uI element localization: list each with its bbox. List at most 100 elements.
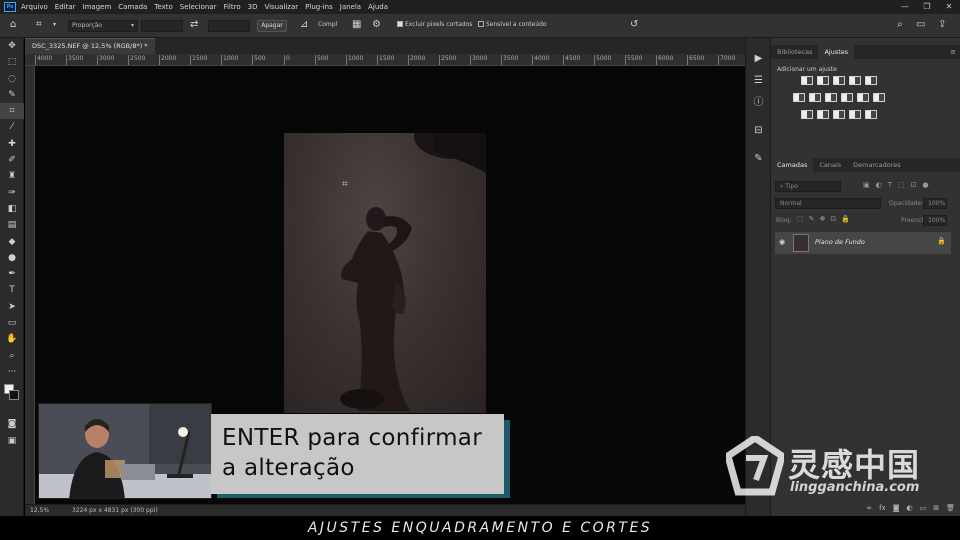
swap-icon[interactable]: ⇄ xyxy=(190,19,198,31)
levels-icon[interactable] xyxy=(817,76,829,85)
menu-editar[interactable]: Editar xyxy=(55,3,76,11)
width-input[interactable] xyxy=(141,20,183,32)
brightness-icon[interactable] xyxy=(801,76,813,85)
menu-texto[interactable]: Texto xyxy=(154,3,172,11)
menu-camada[interactable]: Camada xyxy=(118,3,147,11)
gradient-tool-icon[interactable]: ▤ xyxy=(0,217,24,233)
adjustment-layer-icon[interactable]: ◐ xyxy=(907,504,913,512)
menu-3d[interactable]: 3D xyxy=(248,3,258,11)
restore-icon[interactable]: ❐ xyxy=(916,0,938,14)
move-tool-icon[interactable]: ✥ xyxy=(0,38,24,54)
tab-ajustes[interactable]: Ajustes xyxy=(818,45,855,59)
play-icon[interactable]: ▶ xyxy=(746,48,771,70)
close-window-icon[interactable]: ✕ xyxy=(938,0,960,14)
screen-mode-icon[interactable]: ▣ xyxy=(0,433,24,449)
layer-name[interactable]: Plano de Fundo xyxy=(815,238,865,246)
menu-plugins[interactable]: Plug-ins xyxy=(305,3,333,11)
shape-tool-icon[interactable]: ▭ xyxy=(0,315,24,331)
eyedropper-tool-icon[interactable]: ⁄ xyxy=(0,119,24,135)
history-brush-icon[interactable]: ✑ xyxy=(0,185,24,201)
grid-overlay-icon[interactable]: ▦ xyxy=(352,19,361,31)
layer-row[interactable]: ◉ Plano de Fundo 🔒 xyxy=(775,232,951,254)
clear-button[interactable]: Apagar xyxy=(257,20,287,32)
straighten-label[interactable]: Compl xyxy=(318,21,337,28)
exposure-icon[interactable] xyxy=(849,76,861,85)
mask-icon[interactable]: ◙ xyxy=(893,504,900,512)
eraser-tool-icon[interactable]: ◧ xyxy=(0,201,24,217)
eye-icon[interactable]: ◉ xyxy=(779,238,785,246)
black-white-icon[interactable] xyxy=(825,93,837,102)
hand-tool-icon[interactable]: ✋ xyxy=(0,331,24,347)
lock-icons[interactable]: ⬚✎✥⊡🔒 xyxy=(797,215,855,223)
photo-image[interactable]: ⌗ xyxy=(284,133,486,413)
posterize-icon[interactable] xyxy=(817,110,829,119)
fx-icon[interactable]: fx xyxy=(879,504,886,512)
selective-color-icon[interactable] xyxy=(865,110,877,119)
info-icon[interactable]: ⓘ xyxy=(746,92,771,114)
lasso-tool-icon[interactable]: ◌ xyxy=(0,71,24,87)
panel-menu-icon[interactable]: ≡ xyxy=(950,48,956,56)
menu-visualizar[interactable]: Visualizar xyxy=(264,3,298,11)
properties-icon[interactable]: ⊟ xyxy=(746,120,771,142)
share-icon[interactable]: ⇪ xyxy=(938,19,946,31)
workspace-icon[interactable]: ▭ xyxy=(916,19,925,31)
blur-tool-icon[interactable]: ◆ xyxy=(0,234,24,250)
tab-bibliotecas[interactable]: Bibliotecas xyxy=(771,45,818,59)
path-select-icon[interactable]: ➤ xyxy=(0,299,24,315)
menu-janela[interactable]: Janela xyxy=(340,3,361,11)
search-icon[interactable]: ⌕ xyxy=(897,19,903,31)
quick-mask-icon[interactable]: ◙ xyxy=(0,416,24,432)
healing-tool-icon[interactable]: ✚ xyxy=(0,136,24,152)
zoom-tool-icon[interactable]: ⌕ xyxy=(0,348,24,364)
quick-select-tool-icon[interactable]: ✎ xyxy=(0,87,24,103)
opacity-input[interactable]: 100% xyxy=(923,198,947,209)
home-icon[interactable]: ⌂ xyxy=(10,19,16,31)
menu-arquivo[interactable]: Arquivo xyxy=(21,3,48,11)
color-swatches-icon[interactable] xyxy=(0,380,24,416)
menu-imagem[interactable]: Imagem xyxy=(83,3,112,11)
crop-tool-icon[interactable]: ⌗ xyxy=(36,19,42,31)
zoom-level[interactable]: 12,5% xyxy=(30,505,49,516)
photo-filter-icon[interactable] xyxy=(841,93,853,102)
fill-input[interactable]: 100% xyxy=(923,215,947,226)
new-layer-icon[interactable]: ⊞ xyxy=(933,504,939,512)
reset-icon[interactable]: ↺ xyxy=(630,19,638,31)
menu-ajuda[interactable]: Ajuda xyxy=(368,3,388,11)
brush-tool-icon[interactable]: ✐ xyxy=(0,152,24,168)
layer-search-input[interactable]: ⌕ Tipo xyxy=(775,181,841,192)
menu-filtro[interactable]: Filtro xyxy=(223,3,240,11)
color-lookup-icon[interactable] xyxy=(873,93,885,102)
dodge-tool-icon[interactable]: ● xyxy=(0,250,24,266)
invert-icon[interactable] xyxy=(801,110,813,119)
marquee-tool-icon[interactable]: ⬚ xyxy=(0,54,24,70)
type-tool-icon[interactable]: T xyxy=(0,282,24,298)
hue-saturation-icon[interactable] xyxy=(793,93,805,102)
height-input[interactable] xyxy=(208,20,250,32)
more-tools-icon[interactable]: ··· xyxy=(0,364,24,380)
brush-settings-icon[interactable]: ✎ xyxy=(746,148,771,170)
delete-cropped-checkbox[interactable]: Excluir pixels cortados xyxy=(397,21,472,28)
minimize-icon[interactable]: — xyxy=(894,0,916,14)
tab-camadas[interactable]: Camadas xyxy=(771,158,814,172)
gear-icon[interactable]: ⚙ xyxy=(372,19,381,31)
gradient-map-icon[interactable] xyxy=(849,110,861,119)
layers-comp-icon[interactable]: ☰ xyxy=(746,70,771,92)
menu-selecionar[interactable]: Selecionar xyxy=(180,3,217,11)
curves-icon[interactable] xyxy=(833,76,845,85)
crop-tool-icon[interactable]: ⌗ xyxy=(0,103,24,120)
tab-demarcadores[interactable]: Demarcadores xyxy=(847,158,906,172)
blend-mode-select[interactable]: Normal xyxy=(775,198,881,209)
color-balance-icon[interactable] xyxy=(809,93,821,102)
stamp-tool-icon[interactable]: ♜ xyxy=(0,168,24,184)
group-icon[interactable]: ▭ xyxy=(920,504,927,512)
layer-filter-icons[interactable]: ▣◐T⬚⊡● xyxy=(863,181,935,189)
threshold-icon[interactable] xyxy=(833,110,845,119)
document-tab[interactable]: DSC_3325.NEF @ 12,5% (RGB/8*) * × xyxy=(25,38,155,65)
vibrance-icon[interactable] xyxy=(865,76,877,85)
ratio-select[interactable]: Proporção ▾ xyxy=(68,20,138,32)
tab-canais[interactable]: Canais xyxy=(813,158,847,172)
lock-icon[interactable]: 🔒 xyxy=(937,237,946,245)
chevron-down-icon[interactable]: ▾ xyxy=(53,19,56,31)
pen-tool-icon[interactable]: ✒ xyxy=(0,266,24,282)
straighten-icon[interactable]: ⊿ xyxy=(300,19,308,31)
